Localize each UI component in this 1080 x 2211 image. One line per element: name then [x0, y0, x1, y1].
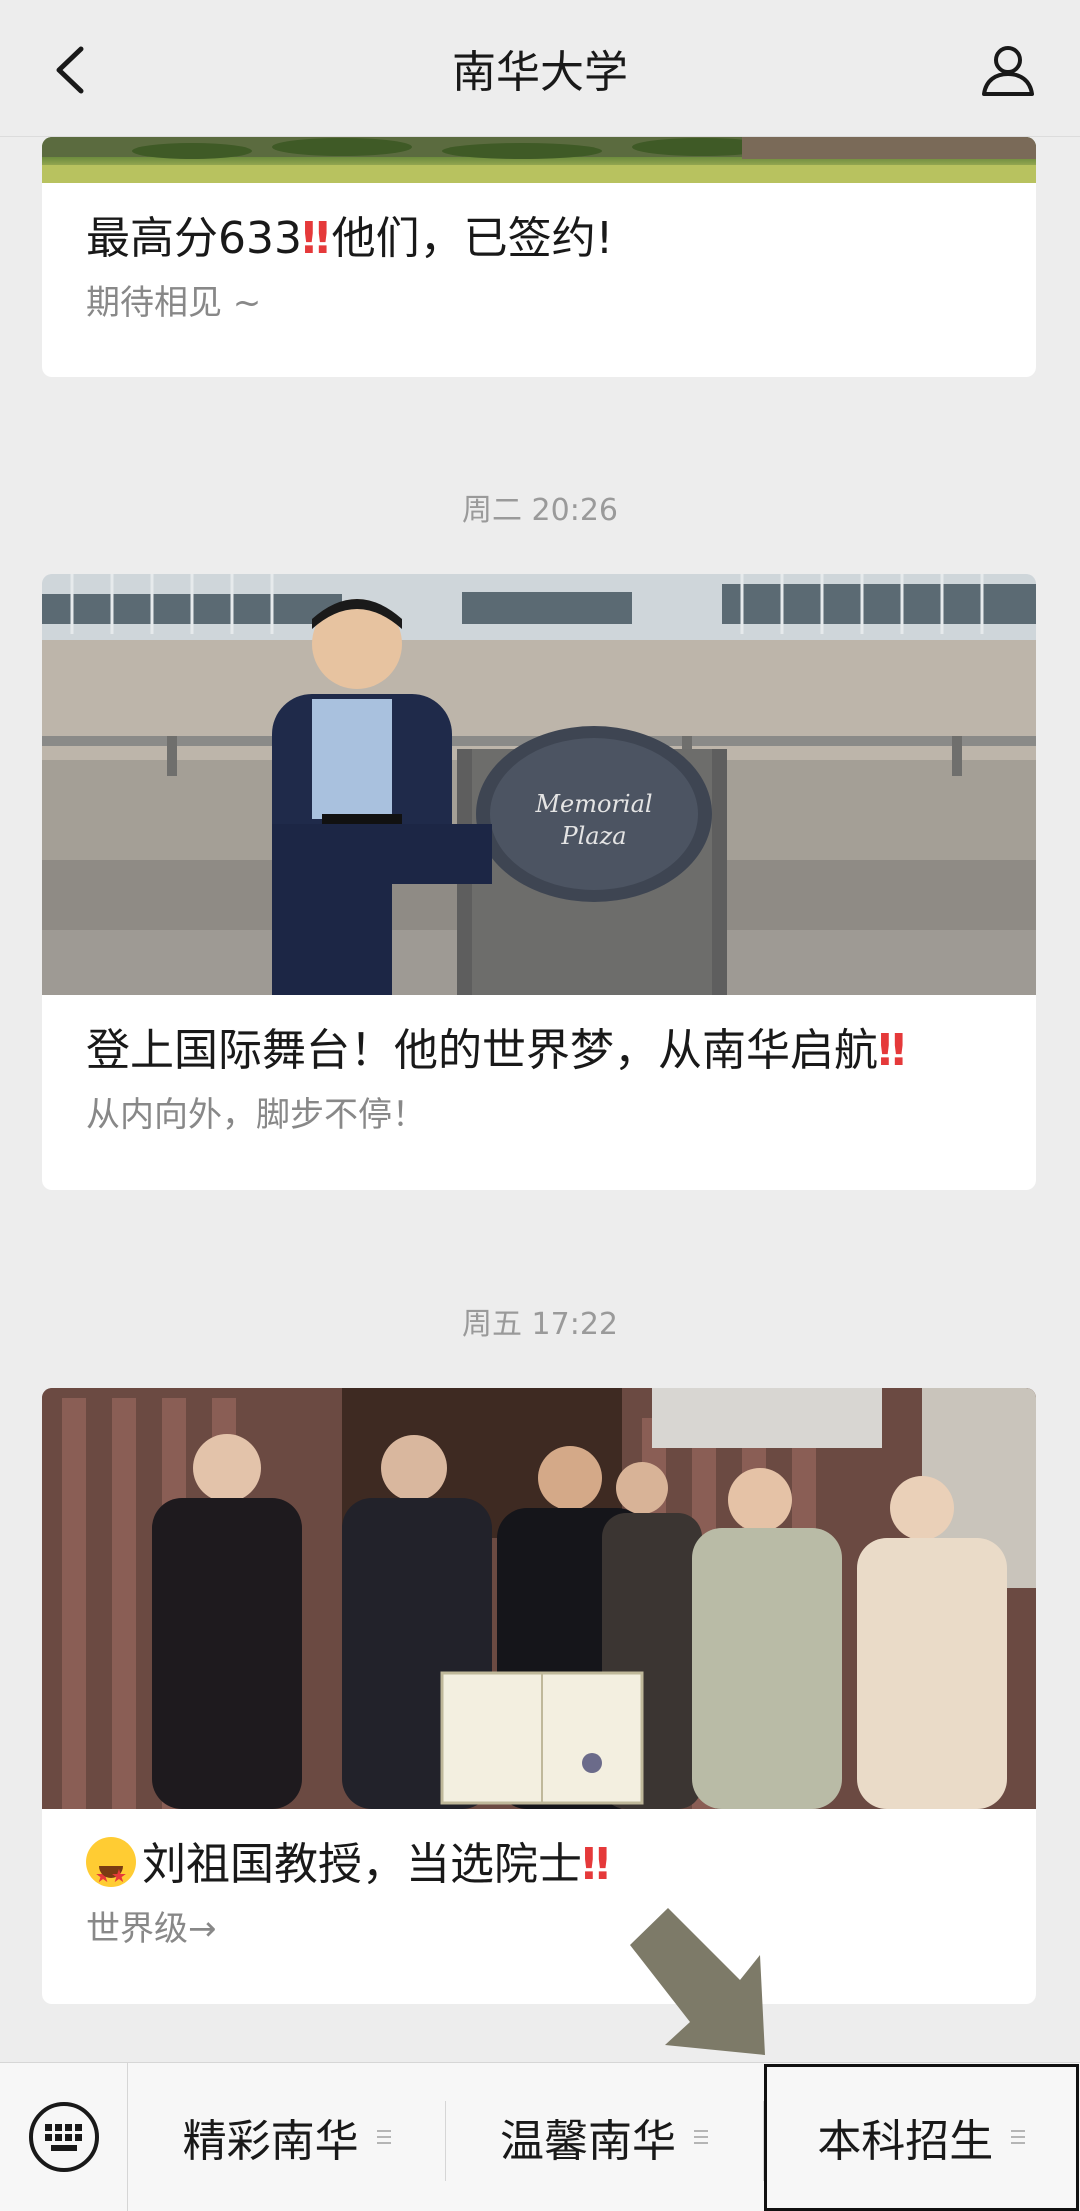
message-timestamp: 周二 20:26 [462, 493, 618, 528]
menu-lines-icon [693, 2130, 708, 2144]
menu-item-label: 本科招生 [817, 2116, 994, 2167]
article-card[interactable]: 最高分633‼ 他们，已签约! 期待相见 ~ [42, 137, 1036, 377]
article-cover-image [42, 137, 1036, 183]
top-nav-bar: 南华大学 [0, 0, 1080, 137]
back-button[interactable] [40, 40, 100, 100]
article-title: 最高分633‼ 他们，已签约! [86, 213, 614, 264]
person-icon [982, 46, 1034, 96]
double-exclamation-icon: ‼ [878, 1025, 905, 1076]
menu-lines-icon [376, 2130, 391, 2144]
double-exclamation-icon: ‼ [301, 213, 329, 264]
chevron-left-icon [56, 46, 84, 94]
page-title: 南华大学 [452, 47, 628, 98]
menu-item-label: 温馨南华 [499, 2116, 676, 2167]
plaque-text: Memorial [534, 790, 652, 818]
article-card[interactable]: Memorial Plaza 登上国际舞台！他的世界梦，从南华启航‼ 从内向外，… [42, 574, 1036, 1190]
article-subtitle: 世界级→ [86, 1909, 217, 1949]
menu-item-wenxin-nanhua[interactable]: 温馨南华 [445, 2063, 762, 2211]
article-subtitle: 从内向外，脚步不停！ [86, 1095, 426, 1135]
article-title: 登上国际舞台！他的世界梦，从南华启航‼ [86, 1025, 905, 1076]
article-title: 刘祖国教授，当选院士‼ [86, 1833, 992, 1909]
star-struck-emoji-icon [86, 1837, 136, 1909]
article-cover-image: Memorial Plaza [42, 574, 1036, 995]
menu-item-undergraduate-admissions[interactable]: 本科招生 [762, 2063, 1080, 2211]
menu-lines-icon [1011, 2130, 1026, 2144]
article-feed: 最高分633‼ 他们，已签约! 期待相见 ~ 周二 20:26 Memorial… [0, 137, 1080, 2062]
keyboard-toggle-button[interactable] [0, 2062, 128, 2211]
keyboard-icon [28, 2102, 99, 2172]
article-cover-image [42, 1388, 1036, 1809]
article-card[interactable]: 刘祖国教授，当选院士‼ 世界级→ [42, 1388, 1036, 2004]
article-subtitle: 期待相见 ~ [86, 283, 262, 323]
pointer-arrow-icon [630, 1908, 765, 2055]
menu-item-label: 精彩南华 [182, 2116, 359, 2167]
bottom-menu-bar: 精彩南华 温馨南华 本科招生 [0, 2062, 1080, 2211]
profile-button[interactable] [976, 38, 1040, 102]
menu-item-jingcai-nanhua[interactable]: 精彩南华 [128, 2063, 445, 2211]
plaque-text: Plaza [560, 822, 626, 850]
message-timestamp: 周五 17:22 [462, 1307, 618, 1342]
double-exclamation-icon: ‼ [582, 1839, 609, 1890]
